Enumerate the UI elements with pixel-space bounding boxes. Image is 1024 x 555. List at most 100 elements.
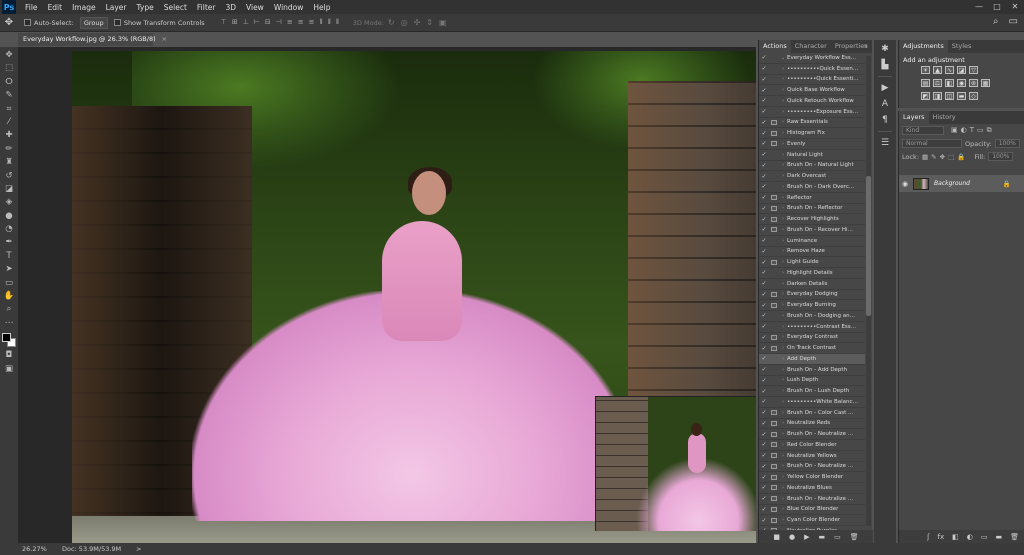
action-row[interactable]: ✓ › Brush On - Neutralize ...	[759, 429, 865, 440]
action-toggle-checkbox[interactable]: ✓	[759, 87, 769, 94]
levels-icon[interactable]: ▲	[933, 66, 942, 74]
distribute-top-icon[interactable]: ≡	[287, 18, 293, 27]
record-icon[interactable]: ●	[789, 533, 795, 541]
menu-3d[interactable]: 3D	[220, 3, 241, 12]
add-mask-icon[interactable]: ◧	[952, 533, 959, 541]
layer-kind-select[interactable]: Kind	[902, 126, 944, 135]
expand-arrow-icon[interactable]: ›	[779, 173, 787, 179]
histogram-icon[interactable]: ▙	[882, 60, 889, 70]
new-group-icon[interactable]: ▭	[981, 533, 988, 541]
posterize-icon[interactable]: ◨	[933, 92, 942, 100]
action-toggle-checkbox[interactable]: ✓	[759, 259, 769, 266]
action-dialog-toggle[interactable]	[769, 376, 779, 385]
move-icon[interactable]: ✥	[0, 17, 18, 28]
link-layers-icon[interactable]: ʃ	[927, 533, 929, 541]
menu-image[interactable]: Image	[67, 3, 101, 12]
action-toggle-checkbox[interactable]: ✓	[759, 248, 769, 255]
action-dialog-toggle[interactable]	[769, 311, 779, 320]
action-toggle-checkbox[interactable]: ✓	[759, 474, 769, 481]
filter-shape-icon[interactable]: ▭	[977, 126, 984, 135]
action-row[interactable]: ✓ › ••••••••••Quick Essential...	[759, 64, 865, 75]
action-row[interactable]: ✓ › Everyday Burning	[759, 300, 865, 311]
expand-arrow-icon[interactable]: ›	[779, 388, 787, 394]
eraser-tool-icon[interactable]: ◪	[1, 183, 17, 195]
action-row[interactable]: ✓ ⌄ Everyday Workflow Ess...	[759, 53, 865, 64]
delete-layer-icon[interactable]: 🗑	[1010, 533, 1019, 541]
action-dialog-toggle[interactable]	[769, 473, 779, 482]
actions-scrollbar-thumb[interactable]	[866, 176, 871, 316]
quick-mask-icon[interactable]: ◘	[1, 349, 17, 361]
minimize-button[interactable]: —	[970, 0, 988, 14]
action-row[interactable]: ✓ › Remove Haze	[759, 247, 865, 258]
action-dialog-toggle[interactable]	[769, 365, 779, 374]
action-row[interactable]: ✓ › Cyan Color Blender	[759, 515, 865, 526]
panel-collapse-icon[interactable]: »	[864, 40, 868, 53]
expand-arrow-icon[interactable]: ›	[779, 227, 787, 233]
brightness-contrast-icon[interactable]: ☀	[921, 66, 930, 74]
action-dialog-toggle[interactable]	[769, 53, 779, 62]
expand-arrow-icon[interactable]: ›	[779, 109, 787, 115]
expand-arrow-icon[interactable]: ›	[779, 485, 787, 491]
history-brush-tool-icon[interactable]: ↺	[1, 170, 17, 182]
action-dialog-toggle[interactable]	[769, 301, 779, 310]
expand-arrow-icon[interactable]: ›	[779, 141, 787, 147]
lock-all-icon[interactable]: 🔒	[957, 153, 965, 161]
action-dialog-toggle[interactable]	[769, 225, 779, 234]
expand-arrow-icon[interactable]: ›	[779, 270, 787, 276]
action-toggle-checkbox[interactable]: ✓	[759, 388, 769, 395]
expand-arrow-icon[interactable]: ›	[779, 238, 787, 244]
action-toggle-checkbox[interactable]: ✓	[759, 183, 769, 190]
action-dialog-toggle[interactable]	[769, 462, 779, 471]
action-row[interactable]: ✓ › Brush On - Recover Hi...	[759, 225, 865, 236]
action-toggle-checkbox[interactable]: ✓	[759, 377, 769, 384]
expand-arrow-icon[interactable]: ›	[779, 119, 787, 125]
action-row[interactable]: ✓ › Yellow Color Blender	[759, 472, 865, 483]
action-dialog-toggle[interactable]	[769, 118, 779, 127]
3d-slide-icon[interactable]: ⇕	[426, 18, 433, 27]
expand-arrow-icon[interactable]: ›	[779, 410, 787, 416]
layer-row-background[interactable]: ◉ Background 🔒	[899, 175, 1024, 192]
action-dialog-toggle[interactable]	[769, 215, 779, 224]
action-toggle-checkbox[interactable]: ✓	[759, 495, 769, 502]
screen-mode-icon[interactable]: ▣	[1, 363, 17, 375]
distribute-hcenter-icon[interactable]: ⦀	[328, 18, 331, 27]
action-dialog-toggle[interactable]	[769, 150, 779, 159]
align-right-icon[interactable]: ⊣	[276, 18, 282, 27]
actions-icon[interactable]: ▶	[882, 83, 889, 93]
action-toggle-checkbox[interactable]: ✓	[759, 97, 769, 104]
marquee-tool-icon[interactable]: ⬚	[1, 62, 17, 74]
paint-bucket-tool-icon[interactable]: ◈	[1, 196, 17, 208]
action-row[interactable]: ✓ › Brush On - Color Cast ...	[759, 408, 865, 419]
align-top-icon[interactable]: ⊤	[221, 18, 227, 27]
lock-position-icon[interactable]: ✥	[940, 153, 945, 161]
filter-smart-object-icon[interactable]: ⧉	[987, 126, 992, 135]
expand-arrow-icon[interactable]: ›	[779, 184, 787, 190]
fill-input[interactable]: 100%	[988, 152, 1014, 161]
action-row[interactable]: ✓ › Light Guide	[759, 257, 865, 268]
brush-tool-icon[interactable]: ✏	[1, 143, 17, 155]
zoom-level[interactable]: 26.27%	[22, 543, 47, 555]
action-toggle-checkbox[interactable]: ✓	[759, 398, 769, 405]
character-icon[interactable]: A	[882, 99, 888, 109]
menu-edit[interactable]: Edit	[43, 3, 68, 12]
expand-arrow-icon[interactable]: ›	[779, 195, 787, 201]
workspace-icon[interactable]: ▭	[1009, 16, 1018, 27]
3d-roll-icon[interactable]: ◎	[401, 18, 408, 27]
action-toggle-checkbox[interactable]: ✓	[759, 280, 769, 287]
action-row[interactable]: ✓ › Recover Highlights	[759, 214, 865, 225]
channel-mixer-icon[interactable]: ⊛	[969, 79, 978, 87]
action-toggle-checkbox[interactable]: ✓	[759, 269, 769, 276]
action-dialog-toggle[interactable]	[769, 193, 779, 202]
expand-arrow-icon[interactable]: ›	[779, 162, 787, 168]
new-set-icon[interactable]: ▬	[818, 533, 825, 541]
expand-arrow-icon[interactable]: ›	[779, 259, 787, 265]
action-row[interactable]: ✓ › Neutralize Yellows	[759, 451, 865, 462]
play-icon[interactable]: ▶	[804, 533, 809, 541]
action-dialog-toggle[interactable]	[769, 322, 779, 331]
auto-select-dropdown[interactable]: Group	[79, 16, 108, 29]
new-adjustment-layer-icon[interactable]: ◐	[967, 533, 973, 541]
menu-type[interactable]: Type	[132, 3, 159, 12]
action-row[interactable]: ✓ › Brush On - Lush Depth	[759, 386, 865, 397]
action-dialog-toggle[interactable]	[769, 75, 779, 84]
document-tab[interactable]: Everyday Workflow.jpg @ 26.3% (RGB/8) ×	[18, 33, 167, 46]
